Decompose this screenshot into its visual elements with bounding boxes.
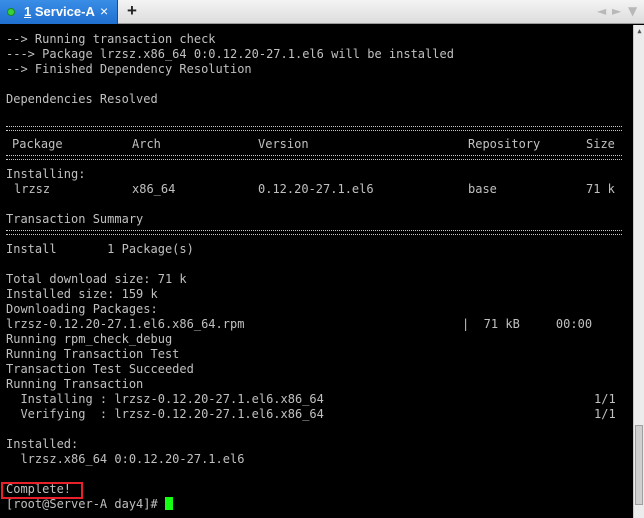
table-cell-arch: x86_64 — [132, 182, 176, 196]
terminal-line: lrzsz.x86_64 0:0.12.20-27.1.el6 — [6, 452, 245, 466]
text-cursor — [164, 497, 173, 510]
terminal-line: ---> Package lrzsz.x86_64 0:0.12.20-27.1… — [6, 47, 454, 61]
highlight-box — [1, 482, 83, 499]
table-header-package: Package — [12, 137, 63, 151]
step-count: 1/1 — [594, 407, 616, 421]
prompt-text: [root@Server-A day4]# — [6, 497, 165, 511]
tab-title: Service-A — [34, 4, 95, 19]
table-cell-repository: base — [468, 182, 497, 196]
terminal-line: --> Finished Dependency Resolution — [6, 62, 252, 76]
terminal-line: Installed: — [6, 437, 79, 451]
terminal-line: Running Transaction — [6, 377, 144, 391]
table-header-arch: Arch — [132, 137, 161, 151]
scrollbar-thumb[interactable] — [635, 425, 643, 505]
vertical-scrollbar[interactable]: ▲ — [633, 25, 644, 518]
terminal-line: Downloading Packages: — [6, 302, 158, 316]
terminal-line: Running rpm_check_debug — [6, 332, 173, 346]
terminal-line: Total download size: 71 k — [6, 272, 187, 286]
terminal-line: Transaction Summary — [6, 212, 144, 226]
terminal-line: Installed size: 159 k — [6, 287, 158, 301]
terminal-output[interactable]: --> Running transaction check ---> Packa… — [6, 26, 631, 518]
terminal-line: Dependencies Resolved — [6, 92, 158, 106]
terminal-line: Installing : lrzsz-0.12.20-27.1.el6.x86_… — [6, 392, 324, 406]
scroll-up-icon[interactable]: ▲ — [635, 25, 644, 37]
step-count: 1/1 — [594, 392, 616, 406]
separator-line — [6, 155, 622, 160]
terminal-line: Transaction Test Succeeded — [6, 362, 194, 376]
terminal-line: Install 1 Package(s) — [6, 242, 194, 256]
terminal-line: Running Transaction Test — [6, 347, 180, 361]
table-header-repository: Repository — [468, 137, 541, 151]
tab-label: 1 Service-A — [24, 4, 95, 19]
new-tab-button[interactable]: + — [121, 0, 143, 24]
table-cell-version: 0.12.20-27.1.el6 — [258, 182, 374, 196]
connection-status-icon — [7, 8, 15, 16]
table-cell-package: lrzsz — [14, 182, 51, 196]
separator-line — [6, 126, 622, 131]
table-cell-size: 71 k — [586, 182, 615, 196]
terminal-line: Verifying : lrzsz-0.12.20-27.1.el6.x86_6… — [6, 407, 324, 421]
table-header-version: Version — [258, 137, 309, 151]
download-progress: | 71 kB 00:00 — [462, 317, 593, 331]
terminal-line: lrzsz-0.12.20-27.1.el6.x86_64.rpm — [6, 317, 245, 331]
tab-service-a[interactable]: 1 Service-A × — [0, 0, 118, 24]
tab-bar: 1 Service-A × + ◄ ► ▼ — [0, 0, 644, 24]
tab-back-icon[interactable]: ◄ — [597, 4, 606, 18]
shell-prompt[interactable]: [root@Server-A day4]# — [6, 497, 173, 512]
terminal-line: Installing: — [6, 167, 86, 181]
close-tab-icon[interactable]: × — [100, 3, 108, 19]
terminal-line: --> Running transaction check — [6, 32, 216, 46]
tab-list-icon[interactable]: ▼ — [628, 4, 637, 18]
separator-line — [6, 230, 622, 235]
table-header-size: Size — [586, 137, 615, 151]
tab-forward-icon[interactable]: ► — [612, 4, 621, 18]
tab-number: 1 — [24, 4, 32, 19]
